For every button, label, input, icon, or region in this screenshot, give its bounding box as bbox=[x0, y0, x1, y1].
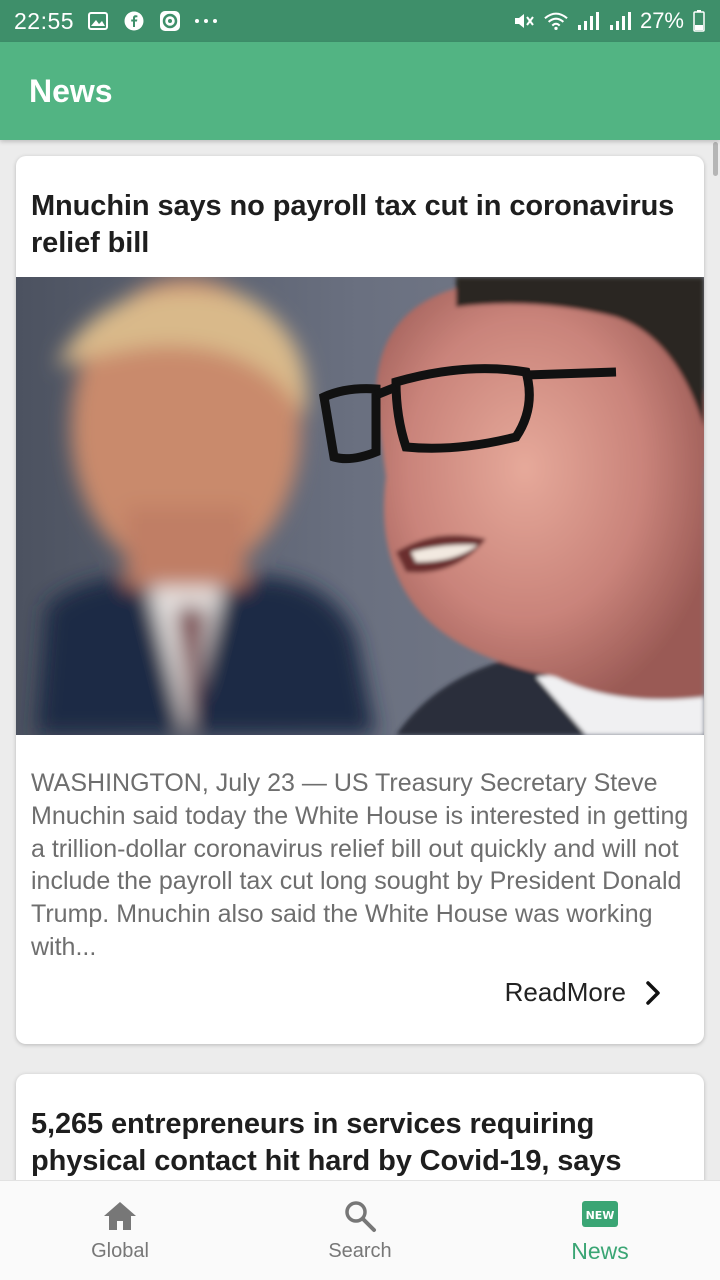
status-time: 22:55 bbox=[14, 7, 75, 34]
article-image[interactable] bbox=[16, 277, 704, 735]
new-badge-icon: NEW bbox=[580, 1196, 620, 1232]
nav-label: Global bbox=[91, 1240, 149, 1262]
nav-label: Search bbox=[328, 1240, 392, 1262]
article-summary: WASHINGTON, July 23 — US Treasury Secret… bbox=[31, 769, 689, 961]
app-title: News bbox=[29, 72, 113, 109]
article-title[interactable]: 5,265 entrepreneurs in services requirin… bbox=[16, 1074, 704, 1180]
signal-icon bbox=[608, 10, 632, 32]
app-icon bbox=[158, 10, 182, 32]
facebook-icon bbox=[122, 10, 146, 32]
scrollbar[interactable] bbox=[713, 142, 718, 176]
news-card[interactable]: Mnuchin says no payroll tax cut in coron… bbox=[16, 156, 704, 1044]
more-dots-icon bbox=[194, 10, 218, 32]
status-bar: 22:55 27% bbox=[0, 0, 720, 42]
news-feed[interactable]: Mnuchin says no payroll tax cut in coron… bbox=[0, 140, 720, 1180]
battery-icon bbox=[692, 10, 706, 32]
svg-text:NEW: NEW bbox=[586, 1209, 615, 1222]
bottom-navigation: Global Search NEW News bbox=[0, 1180, 720, 1280]
app-bar: News bbox=[0, 42, 720, 140]
gallery-icon bbox=[86, 10, 110, 32]
wifi-icon bbox=[544, 10, 568, 32]
nav-label: News bbox=[571, 1238, 629, 1264]
battery-percent: 27% bbox=[639, 8, 684, 33]
search-icon bbox=[340, 1198, 380, 1234]
read-more-button[interactable]: ReadMore bbox=[505, 977, 664, 1008]
read-more-label: ReadMore bbox=[504, 977, 626, 1007]
article-title[interactable]: Mnuchin says no payroll tax cut in coron… bbox=[16, 156, 704, 262]
news-card[interactable]: 5,265 entrepreneurs in services requirin… bbox=[16, 1074, 704, 1180]
home-icon bbox=[100, 1198, 140, 1234]
chevron-right-icon bbox=[642, 979, 664, 1007]
nav-item-search[interactable]: Search bbox=[240, 1181, 480, 1280]
nav-item-global[interactable]: Global bbox=[0, 1181, 240, 1280]
mute-icon bbox=[512, 10, 536, 32]
nav-item-news[interactable]: NEW News bbox=[480, 1181, 720, 1280]
signal-icon bbox=[576, 10, 600, 32]
